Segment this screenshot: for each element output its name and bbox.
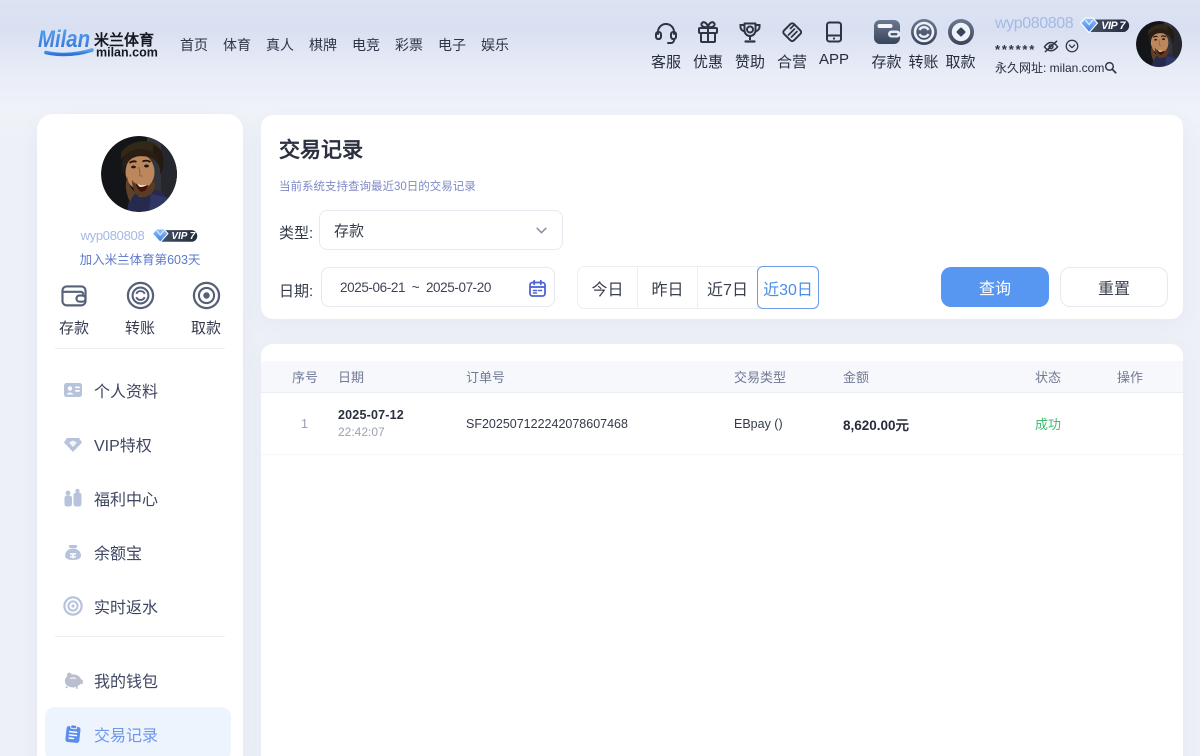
- svg-text:VIP 7: VIP 7: [1101, 20, 1126, 32]
- svg-text:Milan: Milan: [38, 26, 90, 53]
- svg-text:milan.com: milan.com: [96, 46, 158, 60]
- svg-text:VIP 7: VIP 7: [172, 231, 196, 242]
